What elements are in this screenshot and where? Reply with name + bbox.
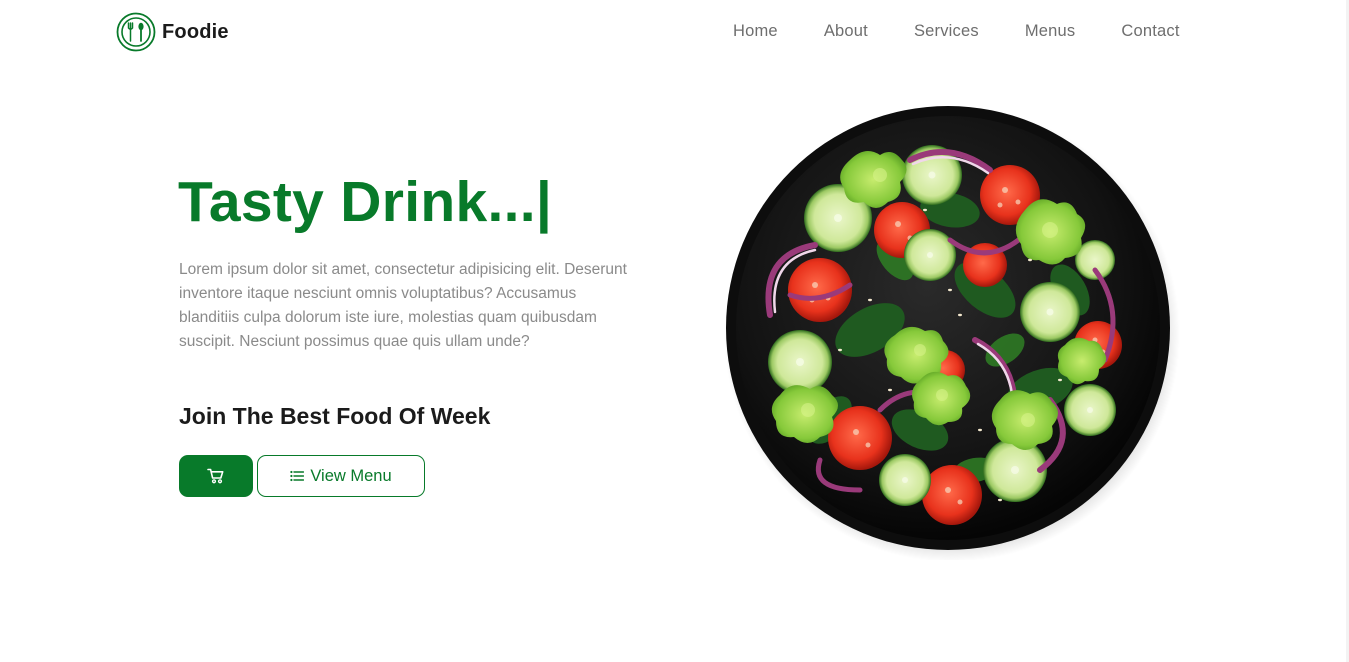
brand-logo-link[interactable]: Foodie — [116, 12, 229, 52]
nav-item-services[interactable]: Services — [891, 20, 1002, 43]
cart-button[interactable] — [179, 455, 253, 497]
main-nav: Home About Services Menus Contact — [710, 20, 1203, 43]
landing-page: Foodie Home About Services Menus Contact… — [0, 0, 1349, 662]
nav-item-contact[interactable]: Contact — [1098, 20, 1202, 43]
fork-spoon-icon — [116, 12, 156, 52]
hero-description: Lorem ipsum dolor sit amet, consectetur … — [179, 261, 627, 350]
nav-item-home[interactable]: Home — [710, 20, 801, 43]
shopping-cart-icon — [207, 468, 224, 484]
hero-title: Tasty Drink...| — [178, 170, 553, 234]
salad-bowl-image — [724, 106, 1180, 560]
list-icon — [290, 470, 305, 482]
view-menu-label: View Menu — [310, 466, 392, 485]
nav-item-menus[interactable]: Menus — [1002, 20, 1099, 43]
view-menu-button[interactable]: View Menu — [257, 455, 425, 497]
nav-item-about[interactable]: About — [801, 20, 891, 43]
brand-name: Foodie — [162, 20, 229, 43]
hero-subtitle: Join The Best Food Of Week — [179, 403, 491, 429]
